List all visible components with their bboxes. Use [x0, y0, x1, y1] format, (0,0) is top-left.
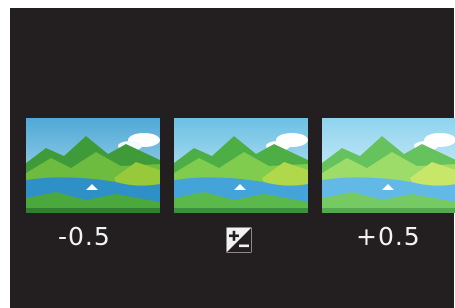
- bracket-thumbnail-normal[interactable]: [174, 118, 308, 213]
- camera-display: -0.5 +0.5: [10, 8, 455, 308]
- landscape-image: [322, 118, 455, 213]
- exposure-label-plus: +0.5: [356, 222, 421, 251]
- landscape-image: [174, 118, 308, 213]
- bracket-thumbnail-minus[interactable]: [26, 118, 160, 213]
- exposure-label-minus: -0.5: [58, 222, 111, 251]
- landscape-image: [26, 118, 160, 213]
- bracket-thumbnail-plus[interactable]: [322, 118, 455, 213]
- exposure-compensation-icon: [226, 227, 252, 253]
